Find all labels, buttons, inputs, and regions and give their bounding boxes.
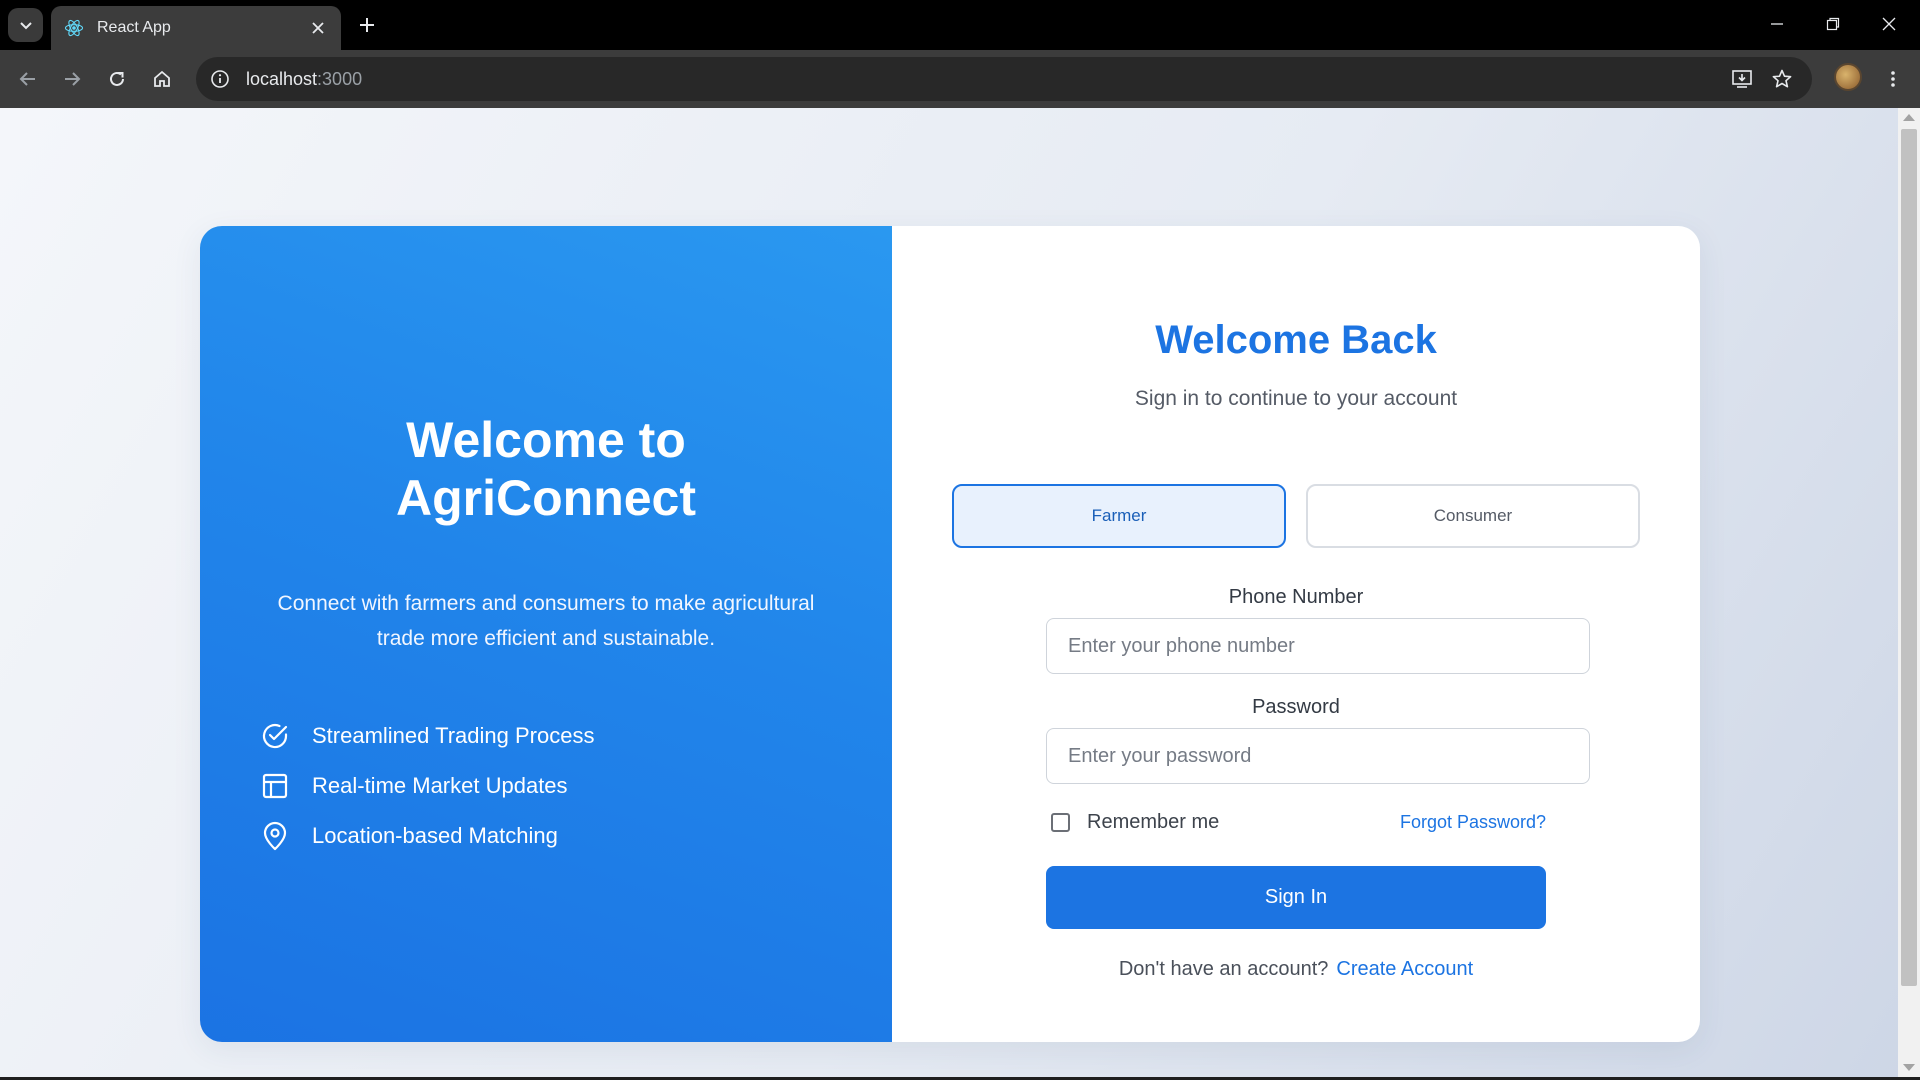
password-label: Password [1252, 696, 1340, 718]
browser-toolbar: localhost:3000 [0, 50, 1920, 108]
url-host: localhost [246, 68, 318, 89]
password-input[interactable] [1046, 728, 1590, 784]
feature-item: Streamlined Trading Process [260, 711, 594, 761]
more-vertical-icon [1891, 71, 1895, 87]
layout-icon [260, 771, 290, 801]
remember-checkbox[interactable] [1051, 813, 1070, 832]
reload-icon [110, 71, 124, 86]
role-farmer-button[interactable]: Farmer [952, 484, 1286, 548]
plus-icon [360, 18, 374, 32]
page-viewport: Welcome to AgriConnect Connect with farm… [0, 108, 1920, 1077]
hero-title-line1: Welcome to [406, 412, 686, 468]
back-button[interactable] [12, 63, 44, 95]
feature-label: Location-based Matching [312, 823, 558, 848]
close-icon [312, 22, 324, 34]
no-account-text: Don't have an account? [1118, 958, 1329, 980]
restore-icon [1826, 17, 1840, 31]
profile-avatar[interactable] [1834, 63, 1862, 91]
remember-me[interactable]: Remember me [1051, 811, 1219, 834]
restore-button[interactable] [1810, 6, 1856, 42]
tab-close-button[interactable] [307, 17, 329, 39]
minimize-icon [1771, 23, 1783, 25]
create-account-link[interactable]: Create Account [1336, 958, 1473, 980]
home-icon [154, 70, 170, 87]
home-button[interactable] [146, 63, 178, 95]
tab-title: React App [97, 19, 171, 36]
url-text: localhost:3000 [246, 69, 362, 90]
login-card: Welcome to AgriConnect Connect with farm… [200, 226, 1700, 1042]
hero-panel: Welcome to AgriConnect Connect with farm… [200, 226, 892, 1042]
install-app-icon[interactable] [1726, 63, 1758, 95]
close-window-button[interactable] [1866, 6, 1912, 42]
login-panel: Welcome Back Sign in to continue to your… [892, 226, 1700, 1042]
forward-button[interactable] [56, 63, 88, 95]
react-logo-icon [63, 17, 85, 39]
forgot-password-link[interactable]: Forgot Password? [1400, 812, 1546, 833]
close-icon [1882, 17, 1896, 31]
browser-tab[interactable]: React App [51, 6, 341, 50]
login-subtitle: Sign in to continue to your account [1134, 387, 1458, 410]
check-circle-icon [260, 721, 290, 751]
arrow-right-icon [65, 72, 81, 86]
new-tab-button[interactable] [352, 10, 382, 40]
url-port: :3000 [317, 68, 363, 89]
chevron-down-icon [19, 22, 32, 30]
role-consumer-button[interactable]: Consumer [1306, 484, 1640, 548]
remember-label: Remember me [1087, 811, 1220, 833]
bookmark-star-icon[interactable] [1766, 63, 1798, 95]
arrow-left-icon [19, 72, 35, 86]
feature-list: Streamlined Trading Process Real-time Ma… [260, 711, 594, 861]
hero-title-line2: AgriConnect [396, 470, 696, 526]
map-pin-icon [260, 821, 290, 851]
browser-menu-button[interactable] [1877, 63, 1909, 95]
site-info-icon[interactable] [204, 63, 236, 95]
phone-input[interactable] [1046, 618, 1590, 674]
hero-title: Welcome to AgriConnect [200, 411, 892, 527]
feature-item: Location-based Matching [260, 811, 594, 861]
hero-description: Connect with farmers and consumers to ma… [277, 592, 815, 650]
scrollbar[interactable] [1898, 108, 1920, 1077]
scroll-up-arrow-icon[interactable] [1903, 114, 1915, 121]
minimize-button[interactable] [1754, 6, 1800, 42]
scroll-down-arrow-icon[interactable] [1903, 1064, 1915, 1071]
feature-label: Streamlined Trading Process [312, 723, 595, 748]
address-bar[interactable]: localhost:3000 [196, 57, 1812, 101]
browser-tab-bar: React App [0, 0, 1920, 50]
login-title: Welcome Back [1155, 318, 1437, 362]
feature-label: Real-time Market Updates [312, 773, 568, 798]
phone-label: Phone Number [1228, 586, 1364, 608]
scrollbar-thumb[interactable] [1901, 129, 1917, 986]
signup-prompt: Don't have an account? Create Account [892, 958, 1700, 981]
tab-search-button[interactable] [8, 8, 43, 42]
feature-item: Real-time Market Updates [260, 761, 594, 811]
reload-button[interactable] [101, 63, 133, 95]
sign-in-button[interactable]: Sign In [1046, 866, 1546, 929]
